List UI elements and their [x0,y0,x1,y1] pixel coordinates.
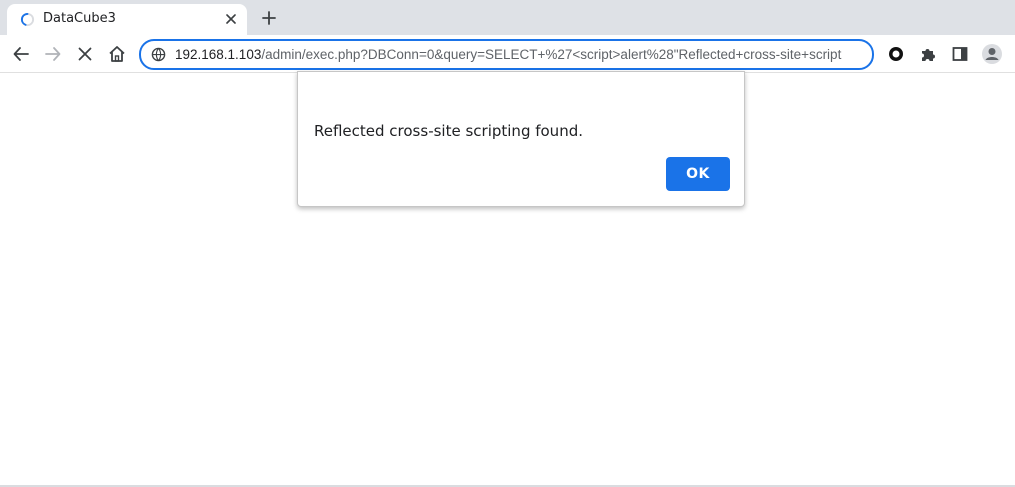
ok-button[interactable]: OK [666,157,730,191]
spinner-icon [20,12,35,27]
site-info-icon[interactable] [151,47,166,62]
tab-strip: DataCube3 [0,0,1015,35]
profile-icon[interactable] [980,42,1004,66]
alert-message: Reflected cross-site scripting found. [314,122,583,140]
address-text[interactable]: 192.168.1.103/admin/exec.php?DBConn=0&qu… [175,46,863,64]
puzzle-extensions-icon[interactable] [916,42,940,66]
home-icon[interactable] [105,42,129,66]
back-arrow-icon[interactable] [9,42,33,66]
stop-icon[interactable] [73,42,97,66]
alert-dialog: Reflected cross-site scripting found. OK [297,71,745,207]
browser-toolbar: 192.168.1.103/admin/exec.php?DBConn=0&qu… [0,35,1015,73]
record-icon[interactable] [884,42,908,66]
plus-icon[interactable] [259,8,279,28]
address-bar[interactable]: 192.168.1.103/admin/exec.php?DBConn=0&qu… [139,39,874,70]
tab-title: DataCube3 [43,11,116,26]
forward-arrow-icon[interactable] [41,42,65,66]
close-icon[interactable] [223,11,239,27]
address-host: 192.168.1.103 [175,47,262,62]
browser-tab[interactable]: DataCube3 [7,4,247,35]
side-panel-icon[interactable] [948,42,972,66]
address-path: /admin/exec.php?DBConn=0&query=SELECT+%2… [261,47,842,62]
